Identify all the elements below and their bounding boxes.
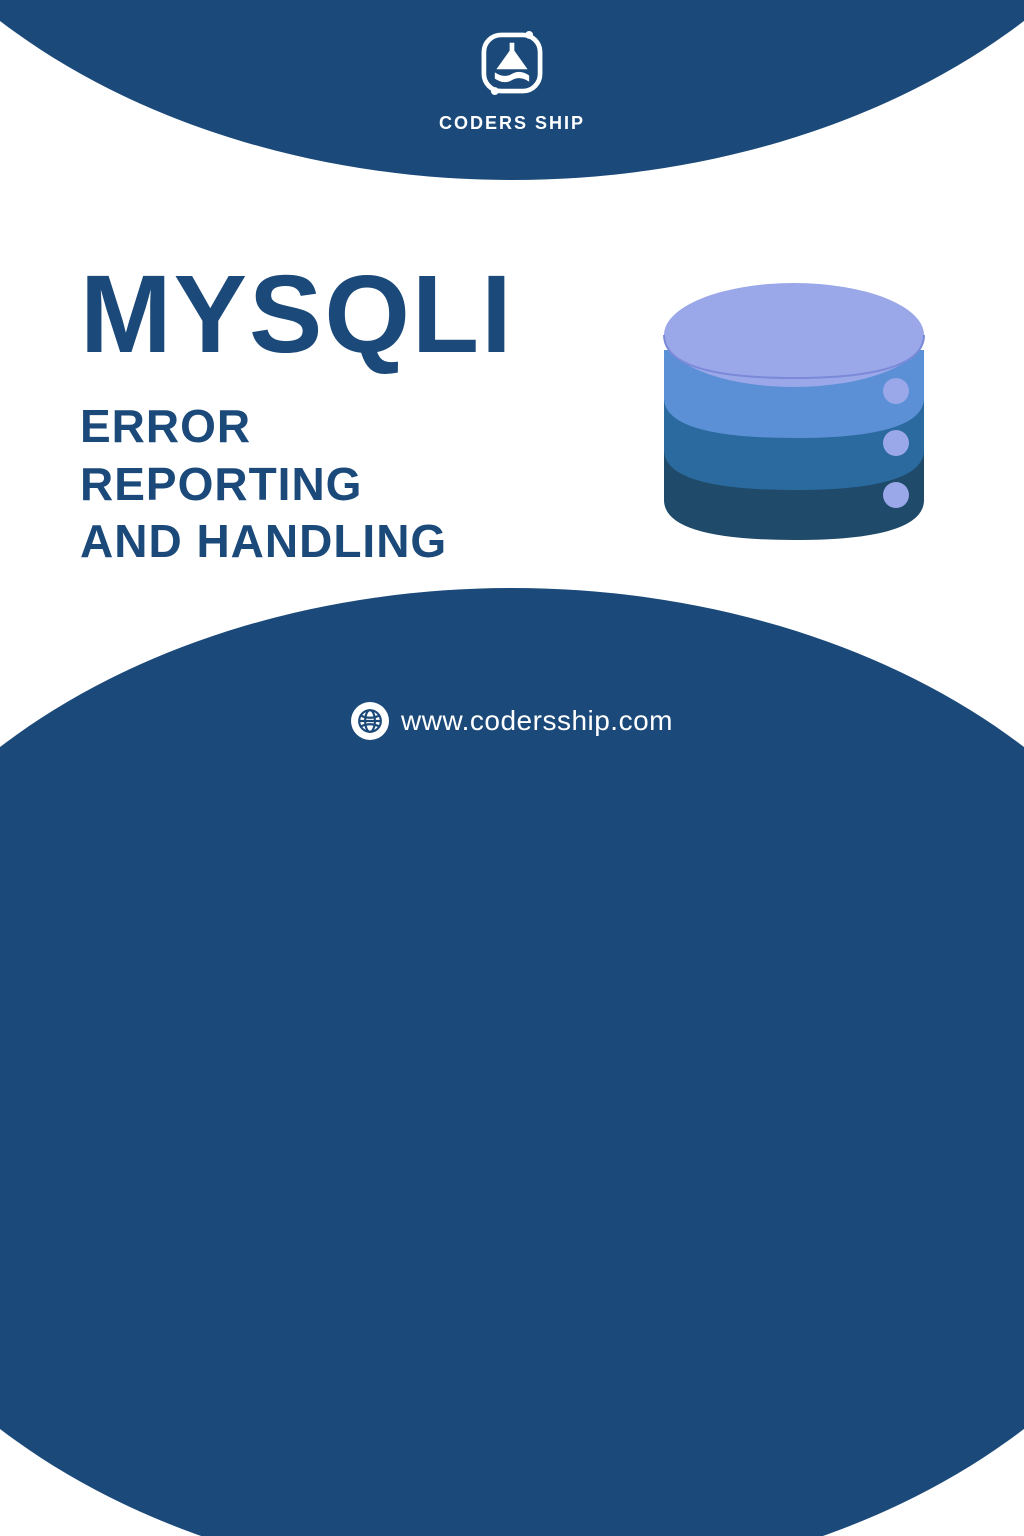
footer: www.codersship.com [351,702,673,740]
ship-logo-icon [473,24,551,107]
main-subtitle: ERROR REPORTING AND HANDLING [80,398,514,571]
database-icon [644,260,944,560]
globe-icon [351,702,389,740]
main-title: MYSQLI [80,260,514,370]
brand-name: CODERS SHIP [439,113,585,134]
website-url: www.codersship.com [401,705,673,737]
main-content: MYSQLI ERROR REPORTING AND HANDLING [80,260,514,571]
subtitle-line-2: REPORTING [80,456,514,514]
brand-logo-block: CODERS SHIP [439,24,585,134]
subtitle-line-1: ERROR [80,398,514,456]
subtitle-line-3: AND HANDLING [80,513,514,571]
